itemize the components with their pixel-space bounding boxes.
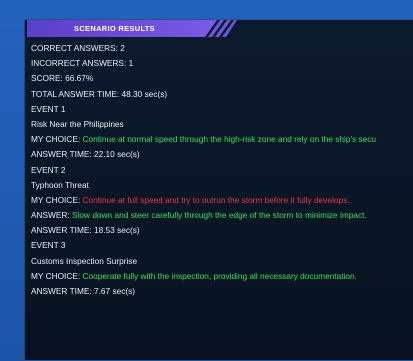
event-1-answer-time: ANSWER TIME: 22.10 sec(s) <box>31 149 140 160</box>
event-1-title: Risk Near the Philippines <box>31 118 124 129</box>
event-3-answer-time: ANSWER TIME: 7.67 sec(s) <box>31 286 136 296</box>
event-2-choice: MY CHOICE: Continue at full speed and tr… <box>31 193 413 208</box>
results-header-tab: SCENARIO RESULTS <box>27 20 237 37</box>
event-1-label: EVENT 1 <box>31 103 66 114</box>
event-3-title: Customs Inspection Surprise <box>31 255 138 266</box>
answer-text: Slow down and steer carefully through th… <box>72 210 367 221</box>
window-frame: SCENARIO RESULTS CORRECT ANSWERS: 2 INCO… <box>0 0 413 361</box>
choice-text: Continue at normal speed through the hig… <box>82 134 377 145</box>
choice-label: MY CHOICE: <box>31 270 83 281</box>
choice-label: MY CHOICE: <box>31 194 83 205</box>
event-3-choice: MY CHOICE: Cooperate fully with the insp… <box>31 269 413 284</box>
event-2-answer-time: ANSWER TIME: 18.53 sec(s) <box>31 225 140 236</box>
choice-text: Cooperate fully with the inspection, pro… <box>82 270 357 281</box>
correct-answers: CORRECT ANSWERS: 2 <box>31 43 125 53</box>
total-answer-time: TOTAL ANSWER TIME: 48.30 sec(s) <box>31 88 168 99</box>
score: SCORE: 66.67% <box>31 73 94 84</box>
results-title: SCENARIO RESULTS <box>74 24 155 33</box>
choice-text: Continue at full speed and try to outrun… <box>82 194 350 205</box>
event-3-label: EVENT 3 <box>31 240 66 251</box>
choice-label: MY CHOICE: <box>31 134 83 145</box>
event-2-answer: ANSWER: Slow down and steer carefully th… <box>31 208 413 223</box>
event-1-choice: MY CHOICE: Continue at normal speed thro… <box>31 132 413 147</box>
results-panel: SCENARIO RESULTS CORRECT ANSWERS: 2 INCO… <box>24 19 413 360</box>
event-2-title: Typhoon Threat <box>31 179 89 190</box>
event-2-label: EVENT 2 <box>31 164 66 175</box>
incorrect-answers: INCORRECT ANSWERS: 1 <box>31 58 134 69</box>
results-content: CORRECT ANSWERS: 2 INCORRECT ANSWERS: 1 … <box>31 41 413 299</box>
answer-label: ANSWER: <box>31 210 73 221</box>
